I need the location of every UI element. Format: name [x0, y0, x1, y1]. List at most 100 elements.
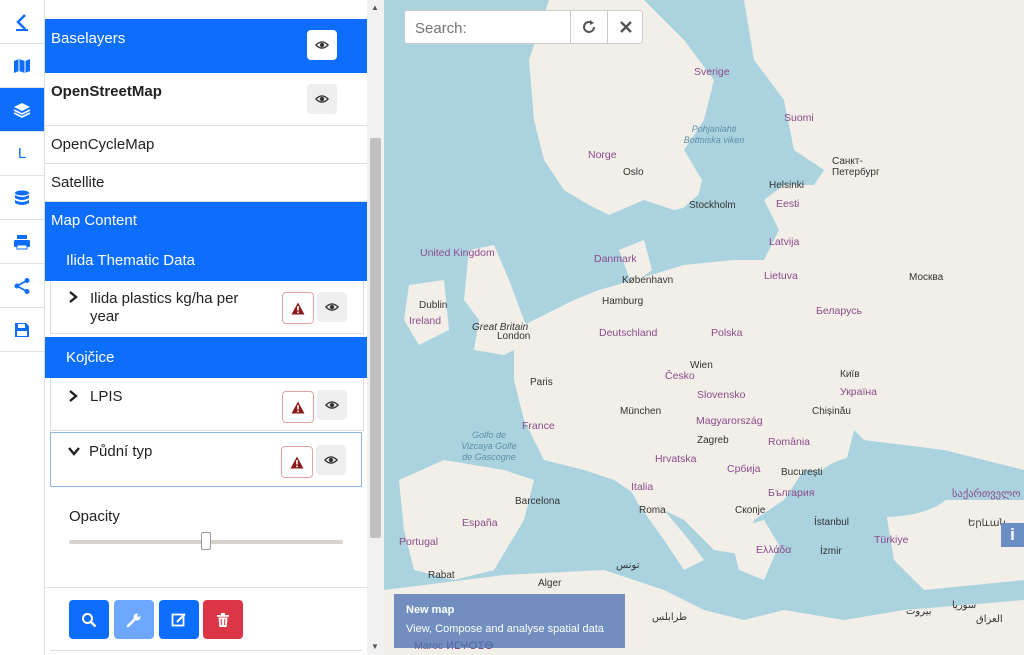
map-label: Portugal: [399, 536, 439, 548]
group-header-ilida[interactable]: Ilida Thematic Data: [45, 240, 367, 281]
opacity-slider-handle[interactable]: [201, 532, 211, 550]
map-label: France: [522, 420, 555, 432]
panel-divider: [50, 650, 362, 655]
map-label: Київ: [840, 369, 860, 380]
baselayer-item-openstreetmap[interactable]: OpenStreetMap: [45, 73, 367, 126]
map-label: საქართველო: [952, 488, 1021, 500]
scroll-up-icon[interactable]: ▲: [371, 3, 379, 12]
eye-icon: [325, 303, 339, 311]
remove-layer-button[interactable]: [203, 600, 243, 639]
info-button[interactable]: i: [1001, 523, 1024, 547]
map-label: Italia: [631, 481, 654, 493]
map-label: Danmark: [594, 253, 637, 265]
search-clear-button[interactable]: [607, 11, 644, 43]
layer-manager-panel: Baselayers OpenStreetMap OpenCycleMap Sa…: [45, 0, 367, 655]
layer-item-ilida-plastics[interactable]: Ilida plastics kg/ha per year: [50, 281, 364, 334]
map-button[interactable]: [0, 44, 44, 88]
chevron-right-icon[interactable]: [67, 290, 83, 308]
map-label: Wien: [690, 360, 713, 371]
map-label: Great Britain: [472, 322, 529, 333]
map-label: Rabat: [428, 570, 455, 581]
map-label: Hamburg: [602, 296, 644, 307]
baselayers-header[interactable]: Baselayers: [45, 19, 367, 73]
map-label: Ελλάδα: [756, 544, 792, 556]
layer-warning-button[interactable]: [282, 391, 314, 423]
map-label: Hrvatska: [655, 453, 697, 465]
toolbar: L: [0, 0, 45, 655]
close-icon: [620, 21, 632, 33]
group-header-kojcice[interactable]: Kojčice: [45, 337, 367, 378]
layer-item-pudni-typ[interactable]: Půdní typ: [50, 432, 362, 487]
chevron-down-icon[interactable]: [67, 444, 83, 461]
map-label: United Kingdom: [420, 247, 495, 259]
map-label: İzmir: [820, 546, 842, 557]
print-button[interactable]: [0, 220, 44, 264]
share-button[interactable]: [0, 264, 44, 308]
eye-icon: [315, 41, 329, 49]
search-reload-button[interactable]: [570, 11, 607, 43]
edit-layer-button[interactable]: [159, 600, 199, 639]
panel-scrollbar[interactable]: ▲ ▼: [367, 0, 384, 655]
info-icon: i: [1010, 525, 1015, 544]
map-canvas[interactable]: Sverige Suomi Norge Eesti Latvija Lietuv…: [384, 0, 1024, 655]
map-label: România: [768, 436, 811, 448]
map-label: Roma: [639, 505, 666, 516]
zoom-to-layer-button[interactable]: [69, 600, 109, 639]
scrollbar-thumb[interactable]: [370, 138, 381, 538]
warning-icon: [291, 302, 305, 314]
scroll-down-icon[interactable]: ▼: [371, 642, 379, 651]
layer-settings-button[interactable]: [114, 600, 154, 639]
map-label: Скопје: [735, 505, 766, 516]
layer-item-lpis[interactable]: LPIS: [50, 378, 364, 431]
map-label: Беларусь: [816, 305, 862, 317]
baselayer-visibility-button[interactable]: [307, 84, 337, 114]
info-subtitle: View, Compose and analyse spatial data: [406, 623, 604, 635]
map-label: Chișinău: [812, 406, 851, 417]
opacity-slider[interactable]: [69, 532, 343, 550]
layer-warning-button[interactable]: [281, 446, 313, 478]
save-icon: [15, 322, 29, 337]
group-title: Kojčice: [66, 349, 115, 366]
baselayers-title: Baselayers: [51, 30, 126, 47]
map-label: Stockholm: [689, 200, 736, 211]
warning-icon: [290, 456, 304, 468]
search-input[interactable]: [405, 11, 581, 45]
map-label: Deutschland: [599, 327, 658, 339]
map-label: Dublin: [419, 300, 448, 311]
back-button[interactable]: [0, 0, 44, 44]
map-label: Norge: [588, 149, 617, 161]
layer-visibility-button[interactable]: [317, 390, 347, 420]
share-icon: [14, 277, 30, 294]
layer-label: Ilida plastics kg/ha per year: [90, 290, 239, 325]
chevron-right-icon[interactable]: [67, 389, 83, 407]
map-label: Helsinki: [769, 180, 805, 191]
layers-button[interactable]: [0, 88, 44, 132]
wrench-icon: [126, 613, 141, 627]
trash-icon: [217, 612, 229, 627]
baselayer-item-satellite[interactable]: Satellite: [45, 164, 367, 202]
map-label: Eesti: [776, 198, 800, 210]
layer-warning-button[interactable]: [282, 292, 314, 324]
baselayer-label: OpenCycleMap: [51, 136, 155, 153]
database-icon: [15, 190, 29, 205]
map-label: سوريا: [952, 600, 977, 611]
baselayer-item-opencyclemap[interactable]: OpenCycleMap: [45, 126, 367, 164]
map-label: Україна: [840, 386, 878, 398]
datasource-button[interactable]: [0, 176, 44, 220]
legend-button[interactable]: L: [0, 132, 44, 176]
layer-label: Půdní typ: [89, 443, 153, 460]
map-label: München: [620, 406, 662, 417]
layer-visibility-button[interactable]: [316, 445, 346, 475]
layer-visibility-button[interactable]: [317, 292, 347, 322]
eye-icon: [315, 95, 329, 103]
map-label: Zagreb: [697, 435, 729, 446]
save-button[interactable]: [0, 308, 44, 352]
map-label: Sverige: [694, 66, 730, 78]
map-content-title: Map Content: [51, 212, 137, 229]
map-label: Pohjanlahti Bottniska viken: [683, 124, 745, 145]
baselayers-visibility-button[interactable]: [307, 30, 337, 60]
map-content-header[interactable]: Map Content: [45, 202, 367, 240]
map-label: Polska: [711, 327, 743, 339]
map-label: طرابلس: [652, 612, 688, 623]
map-label: Москва: [909, 272, 944, 283]
